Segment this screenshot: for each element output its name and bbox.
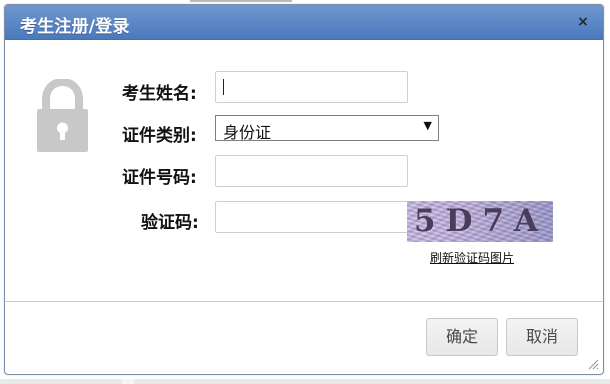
close-icon: × (577, 14, 589, 30)
id-number-label: 证件号码: (122, 168, 197, 188)
background-footer-strip (0, 379, 610, 384)
name-input[interactable] (215, 71, 408, 103)
resize-grip-icon[interactable] (587, 358, 599, 370)
dialog-title: 考生注册/登录 (20, 17, 130, 37)
lock-icon (37, 79, 88, 152)
close-button[interactable]: × (575, 14, 591, 30)
page-root: 考生注册/登录 × 考生姓名: 证件类别: 身份证 ▼ 证件号码: 验证码: 5… (0, 0, 610, 384)
confirm-button[interactable]: 确定 (426, 318, 498, 356)
registration-dialog: 考生注册/登录 × 考生姓名: 证件类别: 身份证 ▼ 证件号码: 验证码: 5… (4, 4, 604, 375)
text-caret (223, 79, 224, 95)
id-type-label: 证件类别: (122, 126, 197, 146)
id-type-select[interactable]: 身份证 ▼ (215, 115, 439, 142)
name-label: 考生姓名: (122, 84, 197, 104)
dialog-separator (5, 301, 603, 302)
id-number-input[interactable] (215, 155, 408, 187)
chevron-down-icon: ▼ (423, 119, 432, 132)
dialog-titlebar: 考生注册/登录 × (5, 5, 603, 40)
cancel-button[interactable]: 取消 (506, 318, 578, 356)
background-top-strip (190, 0, 292, 2)
id-type-selected-value: 身份证 (223, 123, 272, 142)
captcha-label: 验证码: (141, 213, 199, 233)
captcha-input[interactable] (215, 201, 408, 233)
refresh-captcha-link[interactable]: 刷新验证码图片 (430, 249, 514, 266)
captcha-image[interactable]: 5D7A (407, 201, 553, 242)
captcha-text: 5D7A (414, 203, 549, 239)
